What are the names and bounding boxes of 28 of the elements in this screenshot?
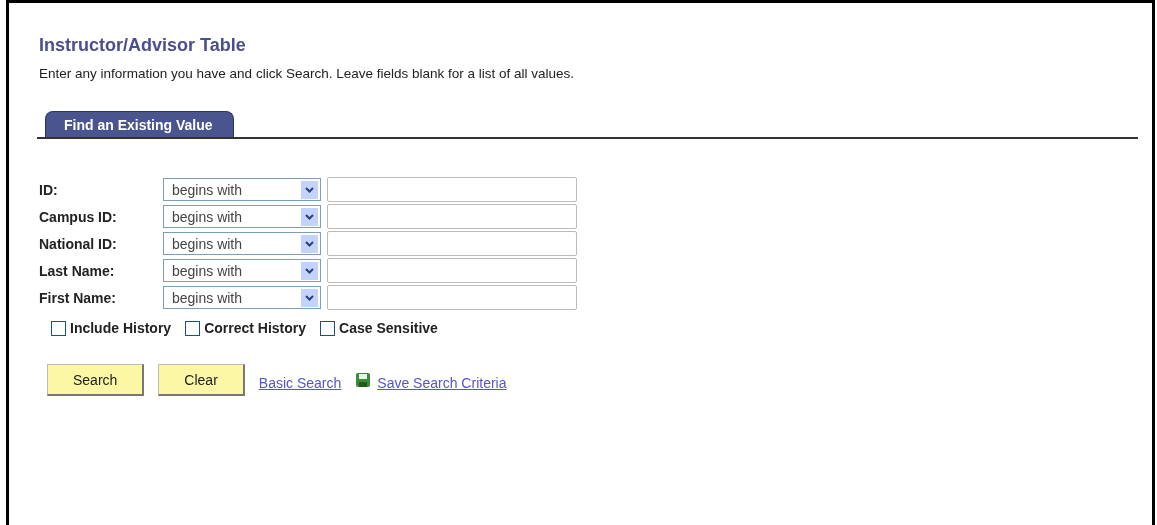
- checkbox[interactable]: [51, 320, 66, 336]
- page-title: Instructor/Advisor Table: [39, 35, 247, 56]
- operator-dropdown[interactable]: begins with: [163, 286, 321, 309]
- field-label: First Name:: [38, 289, 118, 306]
- action-button[interactable]: Clear: [158, 364, 245, 396]
- checkbox[interactable]: [185, 320, 201, 336]
- tab[interactable]: Find an Existing Value: [45, 111, 234, 137]
- field-label: Last Name:: [38, 262, 116, 279]
- field-label: ID:: [38, 181, 59, 198]
- input-field[interactable]: [327, 204, 577, 229]
- field-label: National ID:: [38, 235, 118, 252]
- input-field[interactable]: [327, 231, 577, 256]
- operator-dropdown[interactable]: begins with: [163, 232, 321, 255]
- link[interactable]: Basic Search: [258, 375, 342, 391]
- input-field[interactable]: [327, 177, 577, 202]
- operator-dropdown[interactable]: begins with: [163, 178, 321, 201]
- input-field[interactable]: [327, 285, 577, 310]
- checkbox[interactable]: [320, 320, 336, 336]
- checkbox-label: Correct History: [204, 320, 307, 336]
- link[interactable]: Save Search Criteria: [377, 375, 507, 391]
- field-label: Campus ID:: [38, 208, 118, 225]
- instructions-text: Enter any information you have and click Search. Leave fields blank for a list of all values.: [39, 66, 576, 81]
- operator-dropdown[interactable]: begins with: [163, 259, 321, 282]
- operator-dropdown[interactable]: begins with: [163, 205, 321, 228]
- action-button[interactable]: Search: [47, 364, 145, 396]
- input-field[interactable]: [327, 258, 577, 283]
- checkbox-label: Case Sensitive: [339, 320, 438, 336]
- checkbox-label: Include History: [70, 320, 172, 336]
